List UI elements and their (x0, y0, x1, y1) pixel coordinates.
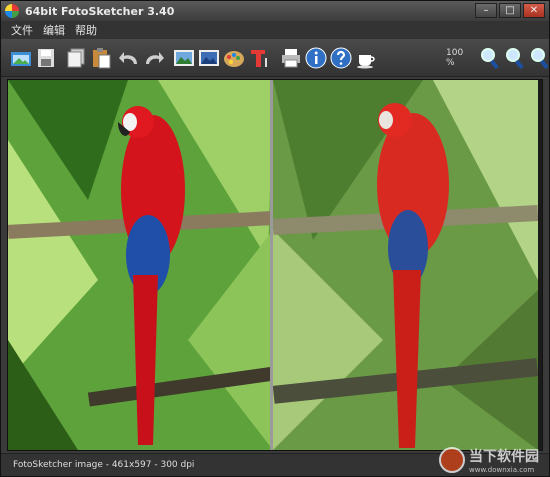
palette-icon (224, 50, 244, 67)
watermark-logo-icon (439, 447, 465, 473)
sketch-image-button[interactable] (197, 45, 221, 71)
maximize-button[interactable]: □ (499, 3, 521, 18)
original-image-button[interactable] (172, 45, 196, 71)
original-parrot-image (8, 80, 270, 450)
image-info-text: FotoSketcher image - 461x597 - 300 dpi (13, 460, 195, 470)
printer-icon (282, 48, 300, 67)
save-button[interactable] (34, 45, 58, 71)
landscape-image-icon (174, 49, 194, 66)
help-button[interactable] (329, 45, 353, 71)
undo-button[interactable] (117, 45, 141, 71)
watermark-name: 当下软件园 (469, 449, 539, 465)
info-button[interactable] (304, 45, 328, 71)
close-button[interactable]: ✕ (523, 3, 545, 18)
info-icon (305, 47, 327, 68)
painted-parrot-image (273, 80, 538, 450)
window-title: 64bit FotoSketcher 3.40 (25, 4, 175, 18)
undo-icon (119, 51, 137, 64)
site-watermark: 当下软件园 www.downxia.com (439, 446, 539, 474)
open-image-icon (11, 51, 31, 66)
save-icon (38, 48, 54, 67)
print-button[interactable] (279, 45, 303, 71)
paste-icon (93, 47, 111, 68)
zoom-in-button[interactable] (478, 45, 502, 71)
redo-button[interactable] (142, 45, 166, 71)
zoom-fit-button[interactable] (528, 45, 550, 71)
coffee-cup-icon (357, 54, 375, 68)
zoom-out-button[interactable] (503, 45, 527, 71)
magnifier-icon (481, 47, 499, 69)
add-text-button[interactable] (247, 45, 271, 71)
text-icon (251, 49, 267, 67)
toolbar: 100 % (1, 39, 549, 77)
menu-bar: 文件 编辑 帮助 (1, 21, 549, 39)
watermark-url: www.downxia.com (469, 466, 535, 474)
menu-edit[interactable]: 编辑 (43, 22, 65, 38)
painting-effects-button[interactable] (222, 45, 246, 71)
sketch-result-pane[interactable] (273, 80, 538, 450)
original-image-pane[interactable] (8, 80, 273, 450)
copy-button[interactable] (64, 45, 88, 71)
copy-icon (67, 48, 85, 67)
help-icon (330, 47, 352, 68)
menu-help[interactable]: 帮助 (75, 22, 97, 38)
title-bar[interactable]: 64bit FotoSketcher 3.40 – □ ✕ (1, 1, 549, 21)
magnifier-icon (531, 47, 549, 69)
magnifier-icon (506, 47, 524, 69)
open-image-button[interactable] (9, 45, 33, 71)
image-workspace (7, 79, 543, 451)
sketch-image-icon (199, 49, 219, 66)
redo-icon (146, 51, 164, 64)
minimize-button[interactable]: – (475, 3, 497, 18)
paste-button[interactable] (89, 45, 113, 71)
donate-button[interactable] (354, 45, 378, 71)
menu-file[interactable]: 文件 (11, 22, 33, 38)
app-window: 64bit FotoSketcher 3.40 – □ ✕ 文件 编辑 帮助 1… (0, 0, 550, 477)
zoom-level: 100 % (446, 47, 464, 68)
app-logo-icon (5, 4, 19, 18)
